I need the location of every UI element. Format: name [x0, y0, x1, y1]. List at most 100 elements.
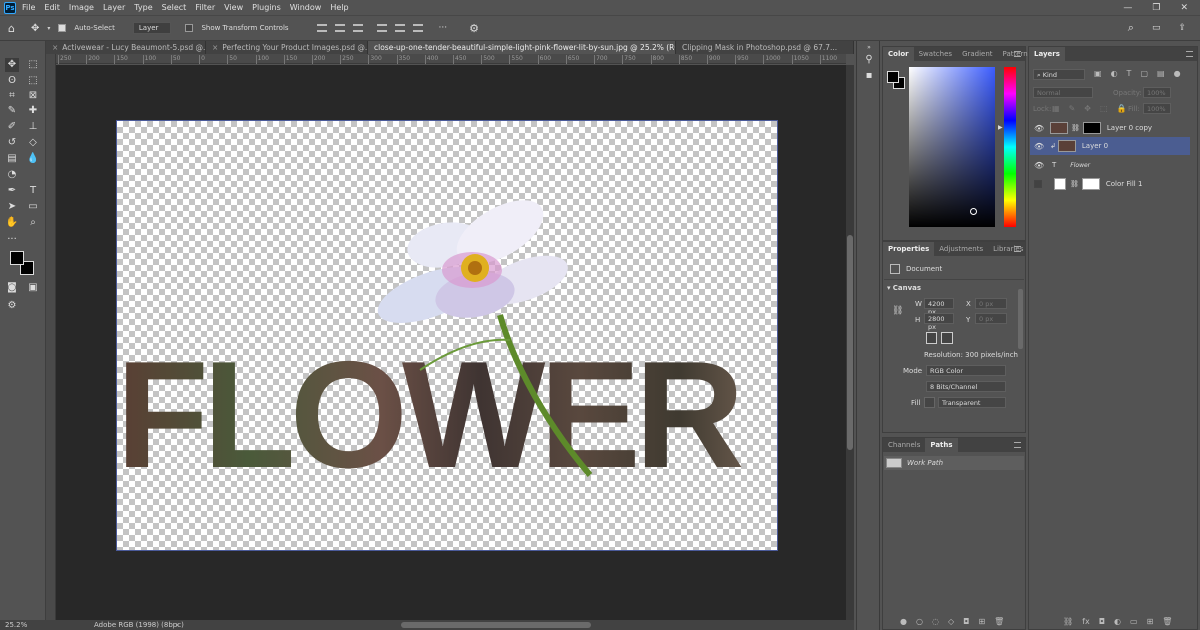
close-tab-icon[interactable]: × — [212, 41, 218, 54]
color-picker-cursor[interactable] — [970, 208, 977, 215]
tab-libraries[interactable]: Libraries — [988, 242, 1028, 256]
align-center-icon[interactable] — [334, 24, 345, 32]
fill-path-icon[interactable]: ● — [900, 617, 907, 626]
make-path-icon[interactable]: ◇ — [948, 617, 954, 626]
link-icon[interactable]: ⛓ — [1071, 124, 1080, 132]
tab-clipping-mask[interactable]: Clipping Mask in Photoshop.psd @ 67.7... — [676, 41, 854, 54]
menu-filter[interactable]: Filter — [195, 3, 215, 12]
scroll-thumb[interactable] — [847, 235, 853, 450]
new-layer-icon[interactable]: ⊞ — [1147, 617, 1154, 626]
minimize-icon[interactable]: — — [1123, 3, 1132, 13]
more-tools-icon[interactable]: ··· — [5, 233, 19, 247]
visibility-eye-icon[interactable]: 👁 — [1034, 124, 1044, 133]
edit-toolbar-icon[interactable]: ⚙ — [5, 299, 19, 313]
tab-properties[interactable]: Properties — [883, 242, 935, 256]
menu-plugins[interactable]: Plugins — [252, 3, 281, 12]
dodge-tool-icon[interactable]: ◔ — [5, 168, 19, 182]
width-field[interactable]: 4200 px — [924, 298, 954, 316]
stroke-path-icon[interactable]: ○ — [916, 617, 923, 626]
tab-paths[interactable]: Paths — [925, 438, 958, 452]
landscape-orientation-icon[interactable] — [941, 332, 953, 344]
chevron-down-icon[interactable]: ▾ — [47, 25, 50, 32]
tab-gradient[interactable]: Gradient — [957, 47, 997, 61]
move-tool-icon[interactable]: ✥ — [31, 23, 39, 34]
y-field[interactable]: 0 px — [975, 313, 1007, 324]
blend-mode-dropdown[interactable]: Normal — [1033, 87, 1093, 98]
eraser-tool-icon[interactable]: ◇ — [26, 136, 40, 150]
link-icon[interactable]: ⛓ — [892, 306, 903, 316]
visibility-eye-icon[interactable]: 👁 — [1034, 161, 1044, 170]
adjustment-layer-icon[interactable]: ◐ — [1114, 617, 1121, 626]
history-brush-tool-icon[interactable]: ↺ — [5, 136, 19, 150]
align-middle-icon[interactable] — [394, 24, 405, 32]
fill-swatch[interactable] — [924, 397, 935, 408]
align-left-icon[interactable] — [316, 24, 327, 32]
layer-row-layer-0-copy[interactable]: 👁 ⛓ Layer 0 copy — [1030, 119, 1190, 137]
menu-help[interactable]: Help — [330, 3, 348, 12]
opacity-field[interactable]: 100% — [1143, 87, 1171, 98]
menu-select[interactable]: Select — [162, 3, 187, 12]
share-icon[interactable]: ⇪ — [1178, 23, 1186, 33]
hue-slider[interactable] — [1004, 67, 1016, 227]
load-selection-icon[interactable]: ◌ — [932, 617, 939, 626]
color-profile[interactable]: Adobe RGB (1998) (8bpc) — [94, 621, 184, 629]
tab-layers[interactable]: Layers — [1029, 47, 1065, 61]
lock-transparency-icon[interactable]: ▦ — [1052, 104, 1060, 113]
tab-channels[interactable]: Channels — [883, 438, 925, 452]
filter-toggle-icon[interactable]: ● — [1174, 69, 1181, 78]
menu-view[interactable]: View — [224, 3, 243, 12]
quick-mask-icon[interactable]: ◙ — [5, 281, 19, 295]
move-tool-icon[interactable]: ✥ — [5, 58, 19, 72]
fill-dropdown[interactable]: Transparent — [938, 397, 1006, 408]
home-icon[interactable]: ⌂ — [8, 22, 15, 35]
new-path-icon[interactable]: ⊞ — [978, 617, 985, 626]
layer-filter-kind-dropdown[interactable]: ⌕ Kind — [1033, 69, 1085, 80]
comments-panel-icon[interactable]: ▪ — [862, 69, 876, 83]
history-panel-icon[interactable]: ⚲ — [862, 53, 876, 67]
pen-tool-icon[interactable]: ✒ — [5, 184, 19, 198]
path-select-tool-icon[interactable]: ➤ — [5, 200, 19, 214]
panel-menu-icon[interactable] — [1014, 51, 1021, 57]
tab-activewear[interactable]: × Activewear - Lucy Beaumont-5.psd @... — [46, 41, 206, 54]
brush-tool-icon[interactable]: ✐ — [5, 120, 19, 134]
align-right-icon[interactable] — [352, 24, 363, 32]
auto-select-checkbox[interactable] — [58, 24, 67, 32]
mode-dropdown[interactable]: RGB Color — [926, 365, 1006, 376]
visibility-eye-icon[interactable]: 👁 — [1034, 142, 1044, 151]
zoom-level[interactable]: 25.2% — [0, 620, 46, 630]
healing-brush-tool-icon[interactable]: ✚ — [26, 104, 40, 118]
eyedropper-tool-icon[interactable]: ✎ — [5, 104, 19, 118]
filter-pixel-icon[interactable]: ▣ — [1094, 69, 1102, 78]
foreground-color-swatch[interactable] — [10, 251, 24, 265]
hand-tool-icon[interactable]: ✋ — [5, 216, 19, 230]
layer-row-flower[interactable]: 👁 T Flower — [1030, 156, 1190, 174]
align-top-icon[interactable] — [376, 24, 387, 32]
panel-menu-icon[interactable] — [1014, 246, 1021, 252]
lock-all-icon[interactable]: 🔒 — [1117, 104, 1127, 113]
menu-image[interactable]: Image — [69, 3, 94, 12]
canvas-section-title[interactable]: ▾ Canvas — [887, 284, 921, 292]
panel-menu-icon[interactable] — [1186, 51, 1193, 57]
add-mask-icon[interactable]: ◘ — [963, 617, 969, 626]
photoshop-logo-icon[interactable]: Ps — [4, 1, 16, 14]
align-bottom-icon[interactable] — [412, 24, 423, 32]
properties-scrollbar[interactable] — [1018, 289, 1023, 349]
horizontal-scrollbar[interactable] — [401, 622, 591, 628]
object-select-tool-icon[interactable]: ⬚ — [26, 74, 40, 88]
work-path-row[interactable] — [884, 456, 1024, 470]
zoom-tool-icon[interactable]: ⌕ — [26, 216, 40, 230]
layer-row-color-fill-1[interactable]: ⛓ Color Fill 1 — [1030, 175, 1190, 193]
fill-field[interactable]: 100% — [1143, 103, 1171, 114]
status-arrow-icon[interactable]: › — [176, 621, 179, 629]
tab-flower-image[interactable]: close-up-one-tender-beautiful-simple-lig… — [368, 41, 676, 54]
panel-menu-icon[interactable] — [1014, 442, 1021, 448]
blur-tool-icon[interactable]: 💧 — [26, 152, 40, 166]
close-icon[interactable]: ✕ — [1180, 3, 1188, 13]
screen-mode-icon[interactable]: ▣ — [26, 281, 40, 295]
bit-depth-dropdown[interactable]: 8 Bits/Channel — [926, 381, 1006, 392]
menu-file[interactable]: File — [22, 3, 35, 12]
restore-icon[interactable]: ❐ — [1152, 3, 1160, 13]
filter-shape-icon[interactable]: ▢ — [1140, 69, 1148, 78]
workspace-icon[interactable]: ▭ — [1152, 23, 1161, 33]
menu-type[interactable]: Type — [134, 3, 152, 12]
